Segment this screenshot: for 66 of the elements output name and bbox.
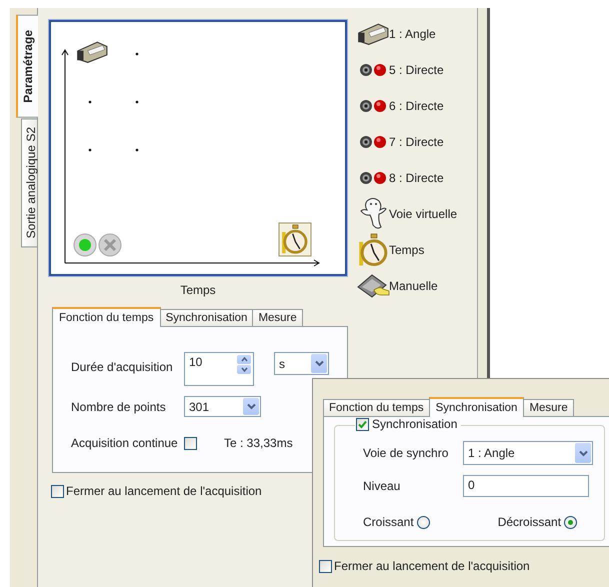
side-tab[interactable]: Paramétrage	[16, 15, 38, 118]
field-label: Durée d'acquisition	[71, 360, 174, 374]
channel-label[interactable]: 8 : Directe	[389, 171, 444, 185]
stopwatch-icon	[282, 224, 306, 254]
channel-label[interactable]: 1 : Angle	[389, 27, 436, 41]
caret-down-icon	[246, 403, 256, 410]
marker-dot	[136, 100, 138, 104]
duration-spinbox[interactable]: 10	[184, 352, 254, 386]
points-dropdown[interactable]: 301	[184, 396, 261, 417]
jack-pair-icon	[359, 171, 387, 185]
radio-button[interactable]	[416, 516, 430, 528]
radio-label[interactable]: Décroissant	[498, 515, 562, 529]
field-label: Voie de synchro	[363, 446, 450, 460]
tab[interactable]: Synchronisation	[428, 397, 524, 417]
radio-button[interactable]	[564, 516, 578, 528]
tab[interactable]: Fonction du temps	[323, 399, 430, 416]
start-button[interactable]	[74, 234, 96, 256]
field-label: Nombre de points	[71, 400, 167, 414]
radio-label[interactable]: Croissant	[363, 515, 414, 529]
checkbox[interactable]	[184, 436, 197, 450]
marker-dot	[88, 100, 92, 104]
field-label: Niveau	[363, 479, 402, 493]
side-tab[interactable]: Sortie analogique S2	[21, 118, 37, 248]
jack-pair-icon	[359, 63, 387, 77]
marker-dot	[88, 148, 92, 152]
hand-keypad-icon	[356, 273, 390, 299]
sensor-icon	[77, 42, 107, 62]
channel-label[interactable]: Temps	[389, 243, 424, 257]
jack-pair-icon	[359, 99, 387, 113]
channel-label[interactable]: 6 : Directe	[389, 99, 444, 113]
dropdown-arrow-button[interactable]	[575, 443, 591, 463]
channel-label[interactable]: Manuelle	[389, 279, 438, 293]
channel-dropdown[interactable]: 1 : Angle	[463, 441, 593, 465]
checkbox[interactable]	[356, 418, 369, 430]
dropdown-arrow-button[interactable]	[311, 354, 327, 373]
spin-up-button[interactable]	[237, 355, 251, 364]
spin-down-button[interactable]	[237, 365, 251, 374]
checkbox[interactable]	[51, 484, 64, 498]
caret-up-icon	[240, 357, 248, 362]
cancel-button[interactable]	[98, 234, 122, 256]
channel-label[interactable]: Voie virtuelle	[389, 207, 458, 221]
tab[interactable]: Synchronisation	[160, 309, 254, 326]
sampling-period: Te : 33,33ms	[224, 436, 293, 450]
unit-dropdown[interactable]: s	[274, 352, 329, 375]
jack-pair-icon	[359, 135, 387, 149]
dropdown-arrow-button[interactable]	[243, 398, 259, 415]
tab[interactable]: Fonction du temps	[52, 307, 161, 327]
time-axis-button[interactable]	[278, 222, 312, 256]
level-field[interactable]: 0	[463, 475, 589, 497]
sensor-icon	[356, 21, 390, 47]
caret-down-icon	[314, 360, 324, 367]
marker-dot	[136, 148, 138, 152]
channel-label[interactable]: 7 : Directe	[389, 135, 444, 149]
marker-dot	[136, 52, 138, 56]
caret-down-icon	[240, 367, 248, 372]
stopwatch-icon	[358, 232, 388, 268]
ghost-icon	[359, 197, 387, 231]
caret-down-icon	[578, 450, 588, 456]
tab[interactable]: Mesure	[523, 399, 574, 416]
field-label: Acquisition continue	[71, 436, 179, 450]
channel-label[interactable]: 5 : Directe	[389, 63, 444, 77]
checkbox-label[interactable]: Fermer au lancement de l'acquisition	[334, 559, 530, 573]
axis-label: Temps	[179, 282, 217, 297]
checkbox-label[interactable]: Fermer au lancement de l'acquisition	[66, 484, 262, 498]
checkbox[interactable]	[319, 560, 332, 572]
tab[interactable]: Mesure	[252, 309, 303, 326]
